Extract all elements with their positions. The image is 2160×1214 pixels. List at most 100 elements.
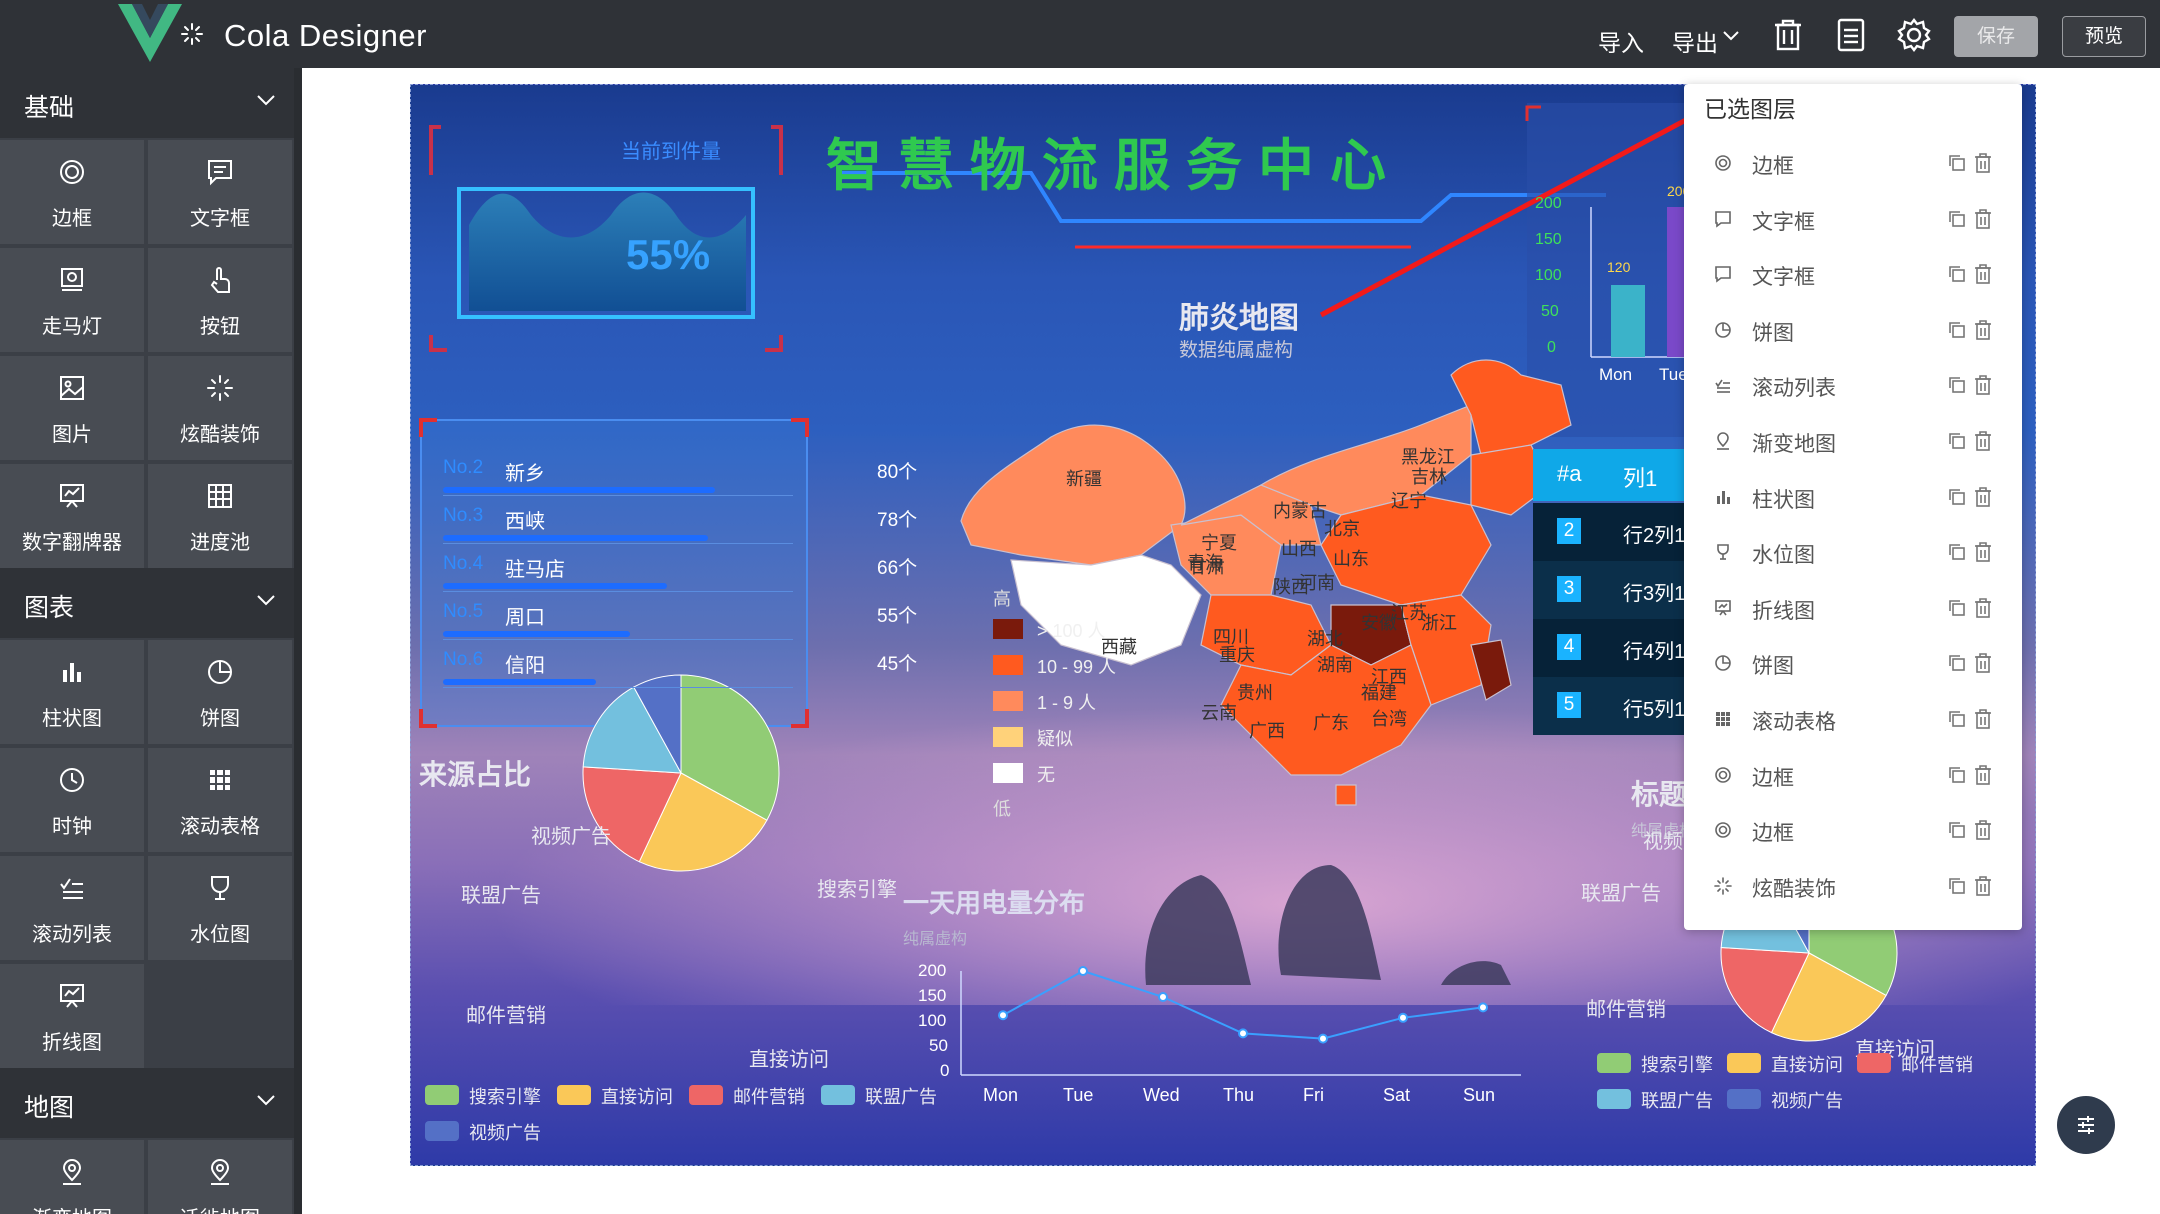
tile-carousel[interactable]: 走马灯 [0,248,144,352]
rank-divider [443,639,793,640]
tile-textbox[interactable]: 文字框 [148,140,292,244]
delete-icon[interactable] [1974,820,1992,845]
delete-icon[interactable] [1974,764,1992,790]
layer-item[interactable]: 边框 [1684,136,2022,191]
copy-icon[interactable] [1948,265,1966,288]
layer-item[interactable]: 边框 [1684,748,2022,803]
delete-icon[interactable] [1974,319,1992,345]
tile-button[interactable]: 按钮 [148,248,292,352]
delete-icon[interactable] [1974,431,1992,456]
tile-clock[interactable]: 时钟 [0,748,144,852]
copy-icon[interactable] [1948,321,1966,344]
rank-bar [443,487,715,493]
copy-icon[interactable] [1948,543,1966,566]
layer-item[interactable]: 饼图 [1684,303,2022,358]
map-pin-icon [210,1159,230,1185]
delete-icon[interactable] [1974,542,1992,567]
map-province-label: 辽宁 [1391,491,1427,511]
settings-icon[interactable] [1897,18,1931,52]
section-header-maps[interactable]: 地图 [0,1068,294,1138]
delete-icon[interactable] [1974,375,1992,400]
tile-scroll-table[interactable]: 滚动表格 [148,748,292,852]
layer-item[interactable]: 渐变地图 [1684,414,2022,469]
map-province-label: 福建 [1361,683,1397,703]
section-header-basic[interactable]: 基础 [0,68,294,138]
delete-icon[interactable] [1974,208,1992,234]
layer-item[interactable]: 滚动列表 [1684,358,2022,413]
layer-item[interactable]: 水位图 [1684,525,2022,580]
legend-label: 直接访问 [1771,1055,1843,1075]
legend-label: 联盟广告 [865,1087,937,1107]
copy-icon[interactable] [1948,488,1966,511]
tile-image[interactable]: 图片 [0,356,144,460]
tile-water-level[interactable]: 水位图 [148,856,292,960]
rank-bar [443,535,708,541]
scroll-table-index: 5 [1557,692,1581,718]
layer-item[interactable]: 滚动表格 [1684,692,2022,747]
layers-icon[interactable] [1836,18,1866,52]
tile-line-chart[interactable]: 折线图 [0,964,144,1068]
component-sidebar: 基础 边框 文字框 走马灯 按钮 图片 炫酷装饰 数字翻牌器 进度池 图表 柱状… [0,68,294,1214]
line-point [1398,1012,1408,1023]
layer-panel-title: 已选图层 [1704,96,1796,122]
carousel-icon [61,268,83,291]
copy-icon[interactable] [1948,877,1966,900]
save-button[interactable]: 保存 [1954,16,2038,57]
layer-item[interactable]: 折线图 [1684,581,2022,636]
delete-icon[interactable] [1974,486,1992,512]
export-button[interactable]: 导出 [1672,24,1718,58]
dashboard-title: 智慧物流服务中心 [826,134,1402,197]
delete-icon[interactable] [1974,875,1992,901]
delete-icon[interactable] [1974,264,1992,289]
copy-icon[interactable] [1948,376,1966,399]
delete-icon[interactable] [1772,18,1804,52]
preview-button[interactable]: 预览 [2062,16,2146,57]
copy-icon[interactable] [1948,821,1966,844]
layer-item[interactable]: 饼图 [1684,636,2022,691]
copy-icon[interactable] [1948,710,1966,733]
layer-item[interactable]: 炫酷装饰 [1684,859,2022,914]
copy-icon[interactable] [1948,654,1966,677]
tile-gradient-map[interactable]: 渐变地图 [0,1140,144,1214]
tile-bar-chart[interactable]: 柱状图 [0,640,144,744]
line-x-label: Thu [1223,1085,1255,1105]
line-chart-subtitle: 纯属虚构 [903,931,968,948]
border-icon [1714,154,1732,177]
copy-icon[interactable] [1948,210,1966,233]
copy-icon[interactable] [1948,766,1966,789]
delete-icon[interactable] [1974,653,1992,678]
layer-item[interactable]: 边框 [1684,803,2022,858]
tile-digital-flop[interactable]: 数字翻牌器 [0,464,144,568]
legend-label: 直接访问 [601,1087,673,1107]
sparkle-icon [181,23,203,45]
delete-icon[interactable] [1974,709,1992,734]
delete-icon[interactable] [1974,153,1992,178]
scroll-table-index: 4 [1557,634,1581,660]
import-button[interactable]: 导入 [1598,24,1644,58]
section-header-charts[interactable]: 图表 [0,568,294,638]
tile-border[interactable]: 边框 [0,140,144,244]
rank-value: 66个 [877,558,918,579]
legend-swatch [1857,1053,1891,1073]
delete-icon[interactable] [1974,597,1992,623]
tile-migration-map[interactable]: 迁徙地图 [148,1140,292,1214]
legend-swatch [1597,1053,1631,1073]
copy-icon[interactable] [1948,599,1966,622]
layer-item[interactable]: 文字框 [1684,192,2022,247]
sidebar-scrollbar[interactable] [294,68,302,1214]
layer-item[interactable]: 文字框 [1684,247,2022,302]
map-province-label: 重庆 [1219,645,1255,665]
legend-swatch [1597,1089,1631,1109]
floating-settings-button[interactable] [2057,1096,2115,1154]
layer-item[interactable]: 柱状图 [1684,470,2022,525]
tile-scroll-list[interactable]: 滚动列表 [0,856,144,960]
tile-progress-pool[interactable]: 进度池 [148,464,292,568]
tile-decoration[interactable]: 炫酷装饰 [148,356,292,460]
border-icon [1714,821,1732,844]
chevron-down-icon[interactable] [1722,30,1740,42]
tile-pie-chart[interactable]: 饼图 [148,640,292,744]
border-icon [60,160,84,184]
scroll-table-cell: 行4列1 [1623,641,1686,663]
copy-icon[interactable] [1948,154,1966,177]
copy-icon[interactable] [1948,432,1966,455]
